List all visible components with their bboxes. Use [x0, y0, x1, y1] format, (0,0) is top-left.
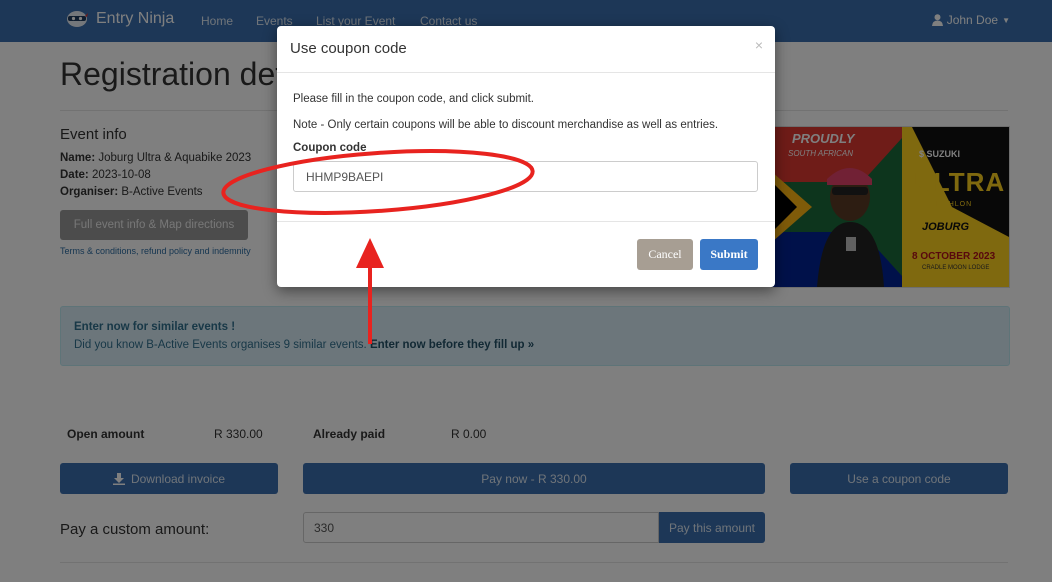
- modal-footer-divider: [277, 221, 775, 222]
- modal-header-divider: [277, 72, 775, 73]
- coupon-code-label: Coupon code: [293, 142, 367, 154]
- coupon-modal: Use coupon code × Please fill in the cou…: [277, 26, 775, 287]
- modal-note: Note - Only certain coupons will be able…: [293, 119, 719, 131]
- cancel-button[interactable]: Cancel: [637, 239, 693, 270]
- close-icon[interactable]: ×: [755, 37, 763, 53]
- submit-button[interactable]: Submit: [700, 239, 758, 270]
- modal-instruction: Please fill in the coupon code, and clic…: [293, 93, 534, 105]
- modal-title: Use coupon code: [290, 40, 407, 57]
- coupon-code-input[interactable]: HHMP9BAEPI: [293, 161, 758, 192]
